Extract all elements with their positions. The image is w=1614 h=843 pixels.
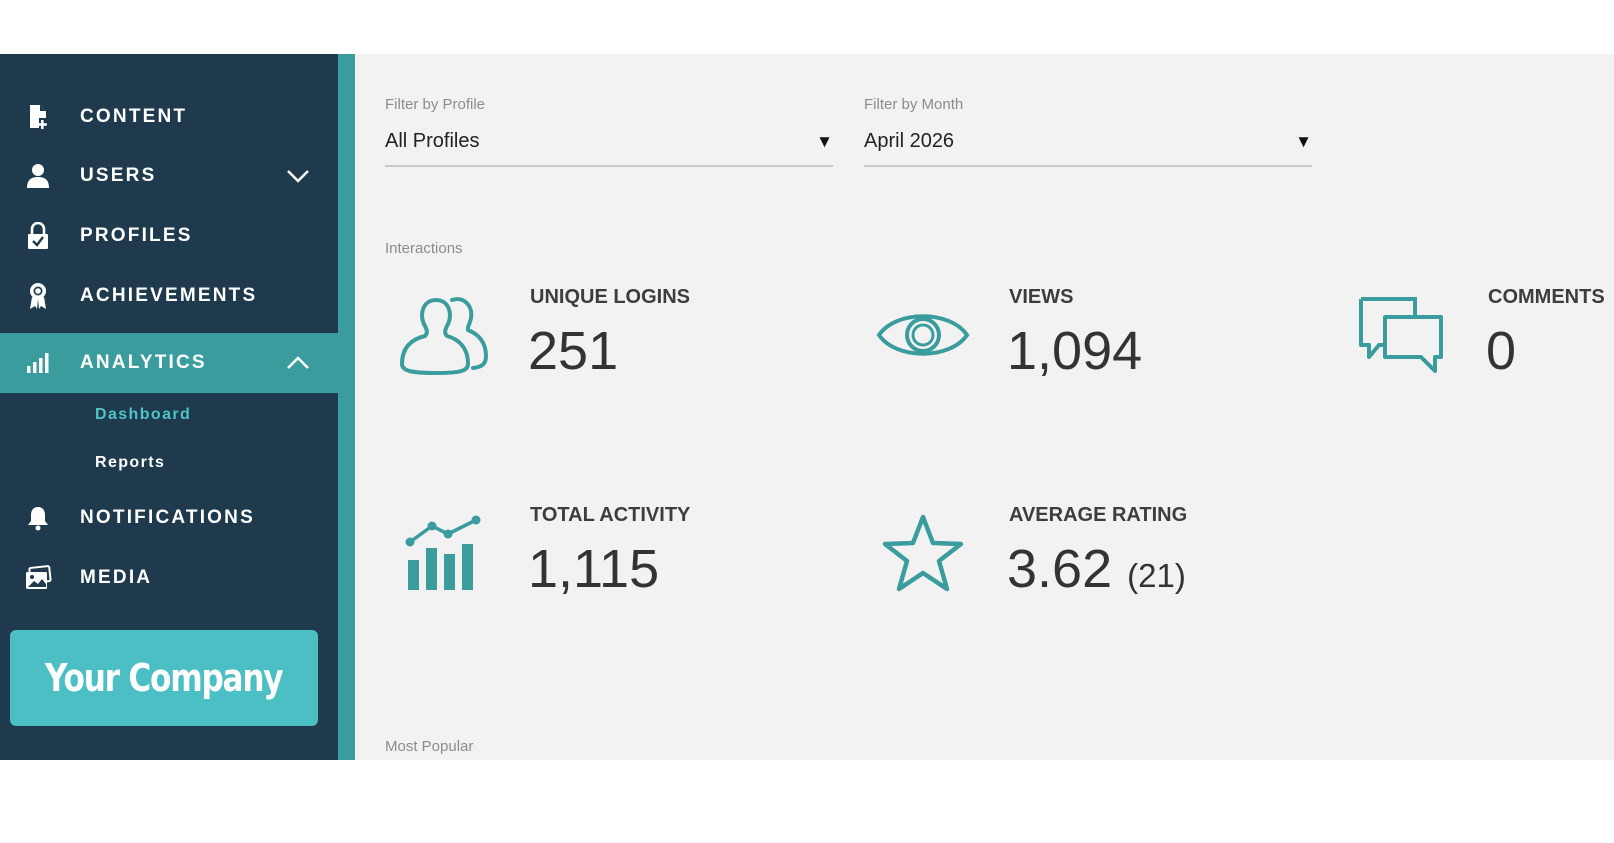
lock-check-icon xyxy=(24,222,52,250)
filter-month: Filter by Month April 2026 ▼ xyxy=(864,96,1312,167)
sidebar: CONTENT USERS PROFILES ACHIEVEMENTS ANAL… xyxy=(0,54,338,760)
sidebar-item-label: PROFILES xyxy=(80,225,193,246)
activity-chart-icon xyxy=(395,504,493,602)
section-title-most-popular: Most Popular xyxy=(385,738,474,755)
chevron-down-icon[interactable] xyxy=(286,164,310,188)
main-content: Filter by Profile All Profiles ▼ Filter … xyxy=(355,54,1614,760)
chat-bubbles-icon xyxy=(1353,286,1451,384)
month-select-value: April 2026 xyxy=(864,130,955,152)
sidebar-item-users[interactable]: USERS xyxy=(0,146,338,206)
chevron-up-icon[interactable] xyxy=(286,351,310,375)
stat-unique-logins: UNIQUE LOGINS 251 xyxy=(395,286,815,396)
month-select[interactable]: April 2026 ▼ xyxy=(864,125,1312,167)
sidebar-item-label: ACHIEVEMENTS xyxy=(80,285,258,306)
award-ribbon-icon xyxy=(24,282,52,310)
company-logo-text: Your Company xyxy=(45,656,284,700)
image-gallery-icon xyxy=(24,564,52,592)
sidebar-item-media[interactable]: MEDIA xyxy=(0,548,338,608)
stat-title: VIEWS xyxy=(1009,286,1074,308)
profile-select-value: All Profiles xyxy=(385,130,480,152)
filter-month-label: Filter by Month xyxy=(864,96,964,113)
document-add-icon xyxy=(24,103,52,131)
user-icon xyxy=(24,162,52,190)
section-title-interactions: Interactions xyxy=(385,240,463,257)
dropdown-arrow-icon: ▼ xyxy=(816,132,833,151)
rating-count: (21) xyxy=(1127,557,1186,594)
average-rating-value: 3.62 xyxy=(1007,539,1113,599)
bell-icon xyxy=(24,504,52,532)
sidebar-subitem-reports[interactable]: Reports xyxy=(95,454,165,472)
stat-value: 1,094 xyxy=(1007,321,1143,381)
stat-value: 3.62 (21) xyxy=(1007,538,1186,600)
stat-title: TOTAL ACTIVITY xyxy=(530,504,691,526)
app-window: CONTENT USERS PROFILES ACHIEVEMENTS ANAL… xyxy=(0,54,1614,760)
sidebar-item-label: ANALYTICS xyxy=(80,352,207,373)
stat-average-rating: AVERAGE RATING 3.62 (21) xyxy=(874,504,1354,614)
stat-comments: COMMENTS 0 xyxy=(1353,286,1613,396)
sidebar-subitem-dashboard[interactable]: Dashboard xyxy=(95,406,191,424)
users-outline-icon xyxy=(395,286,493,384)
filter-profile: Filter by Profile All Profiles ▼ xyxy=(385,96,833,167)
sidebar-item-achievements[interactable]: ACHIEVEMENTS xyxy=(0,266,338,326)
stat-total-activity: TOTAL ACTIVITY 1,115 xyxy=(395,504,815,614)
stat-value: 251 xyxy=(528,321,619,381)
sidebar-edge xyxy=(338,54,355,760)
sidebar-item-content[interactable]: CONTENT xyxy=(0,87,338,147)
filter-profile-label: Filter by Profile xyxy=(385,96,486,113)
profile-select[interactable]: All Profiles ▼ xyxy=(385,125,833,167)
dropdown-arrow-icon: ▼ xyxy=(1295,132,1312,151)
stat-value: 0 xyxy=(1486,321,1517,381)
bar-chart-icon xyxy=(24,349,52,377)
sidebar-item-notifications[interactable]: NOTIFICATIONS xyxy=(0,488,338,548)
sidebar-item-profiles[interactable]: PROFILES xyxy=(0,206,338,266)
star-outline-icon xyxy=(874,504,972,602)
eye-icon xyxy=(874,286,972,384)
company-logo: Your Company xyxy=(10,630,318,726)
sidebar-item-analytics[interactable]: ANALYTICS xyxy=(0,333,338,393)
sidebar-item-label: MEDIA xyxy=(80,567,153,588)
stat-title: UNIQUE LOGINS xyxy=(530,286,691,308)
stat-views: VIEWS 1,094 xyxy=(874,286,1294,396)
sidebar-item-label: USERS xyxy=(80,165,157,186)
sidebar-item-label: NOTIFICATIONS xyxy=(80,507,255,528)
stat-value: 1,115 xyxy=(528,539,660,599)
stat-title: AVERAGE RATING xyxy=(1009,504,1188,526)
sidebar-item-label: CONTENT xyxy=(80,106,188,127)
stat-title: COMMENTS xyxy=(1488,286,1605,308)
